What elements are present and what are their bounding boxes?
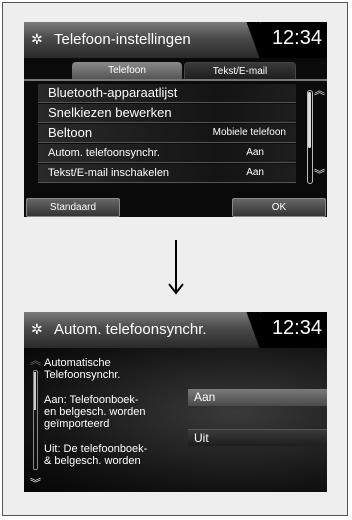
chevron-down-icon[interactable]: ︾ [30,475,41,491]
tab-telefoon[interactable]: Telefoon [72,62,182,79]
chevron-down-icon[interactable]: ︾ [314,170,325,181]
description-line: Aan: Telefoonboek- [44,394,139,406]
gear-icon: ✲ [31,321,43,337]
ok-button[interactable]: OK [232,198,326,217]
chevron-up-icon[interactable]: ︽ [314,86,325,97]
phone-settings-screen: ✲ Telefoon-instellingen 12:34 Telefoon T… [24,22,327,217]
description-line: geïmporteerd [44,418,110,430]
description-line: Automatische [44,357,111,369]
list-item-value: Aan [246,147,264,158]
scrollbar-thumb[interactable] [34,372,36,410]
title-bar: ✲ Autom. telefoonsynchr. 12:34 [24,312,327,348]
list-item-beltoon[interactable]: Beltoon Mobiele telefoon [38,124,296,143]
list-item-value: Mobiele telefoon [212,127,286,138]
description-line: & belgesch. worden [44,455,141,467]
list-item-label: Autom. telefoonsynchr. [48,147,160,159]
clock: 12:34 [271,317,322,339]
list-item-snelkiezen[interactable]: Snelkiezen bewerken [38,104,296,123]
tab-divider [24,79,327,81]
auto-sync-screen: ✲ Autom. telefoonsynchr. 12:34 ︽ ︾ Autom… [24,312,327,492]
description-line: en belgesch. worden [44,406,146,418]
down-arrow-icon [168,240,184,295]
list-item-label: Bluetooth-apparaatlijst [48,85,178,100]
list-item-text-email[interactable]: Tekst/E-mail inschakelen Aan [38,164,296,183]
option-uit[interactable]: Uit [188,429,327,446]
list-item-value: Aan [246,167,264,178]
screen-title: Autom. telefoonsynchr. [54,321,207,338]
description-line: Telefoonsynchr. [44,369,121,381]
option-aan[interactable]: Aan [188,389,327,406]
scrollbar-thumb[interactable] [308,92,311,148]
title-bar: ✲ Telefoon-instellingen 12:34 [24,22,327,58]
list-item-bluetooth[interactable]: Bluetooth-apparaatlijst [38,84,296,103]
list-item-label: Snelkiezen bewerken [48,105,172,120]
screen-title: Telefoon-instellingen [54,31,191,48]
list-item-label: Tekst/E-mail inschakelen [48,167,170,179]
chevron-up-icon[interactable]: ︽ [30,352,41,368]
standaard-button[interactable]: Standaard [26,198,120,217]
list-item-label: Beltoon [48,125,93,140]
clock: 12:34 [271,27,322,49]
gear-icon: ✲ [31,31,43,47]
list-item-autosync[interactable]: Autom. telefoonsynchr. Aan [38,144,296,163]
tab-tekst-email[interactable]: Tekst/E-mail [184,62,296,80]
description-line: Uit: De telefoonboek- [44,443,148,455]
